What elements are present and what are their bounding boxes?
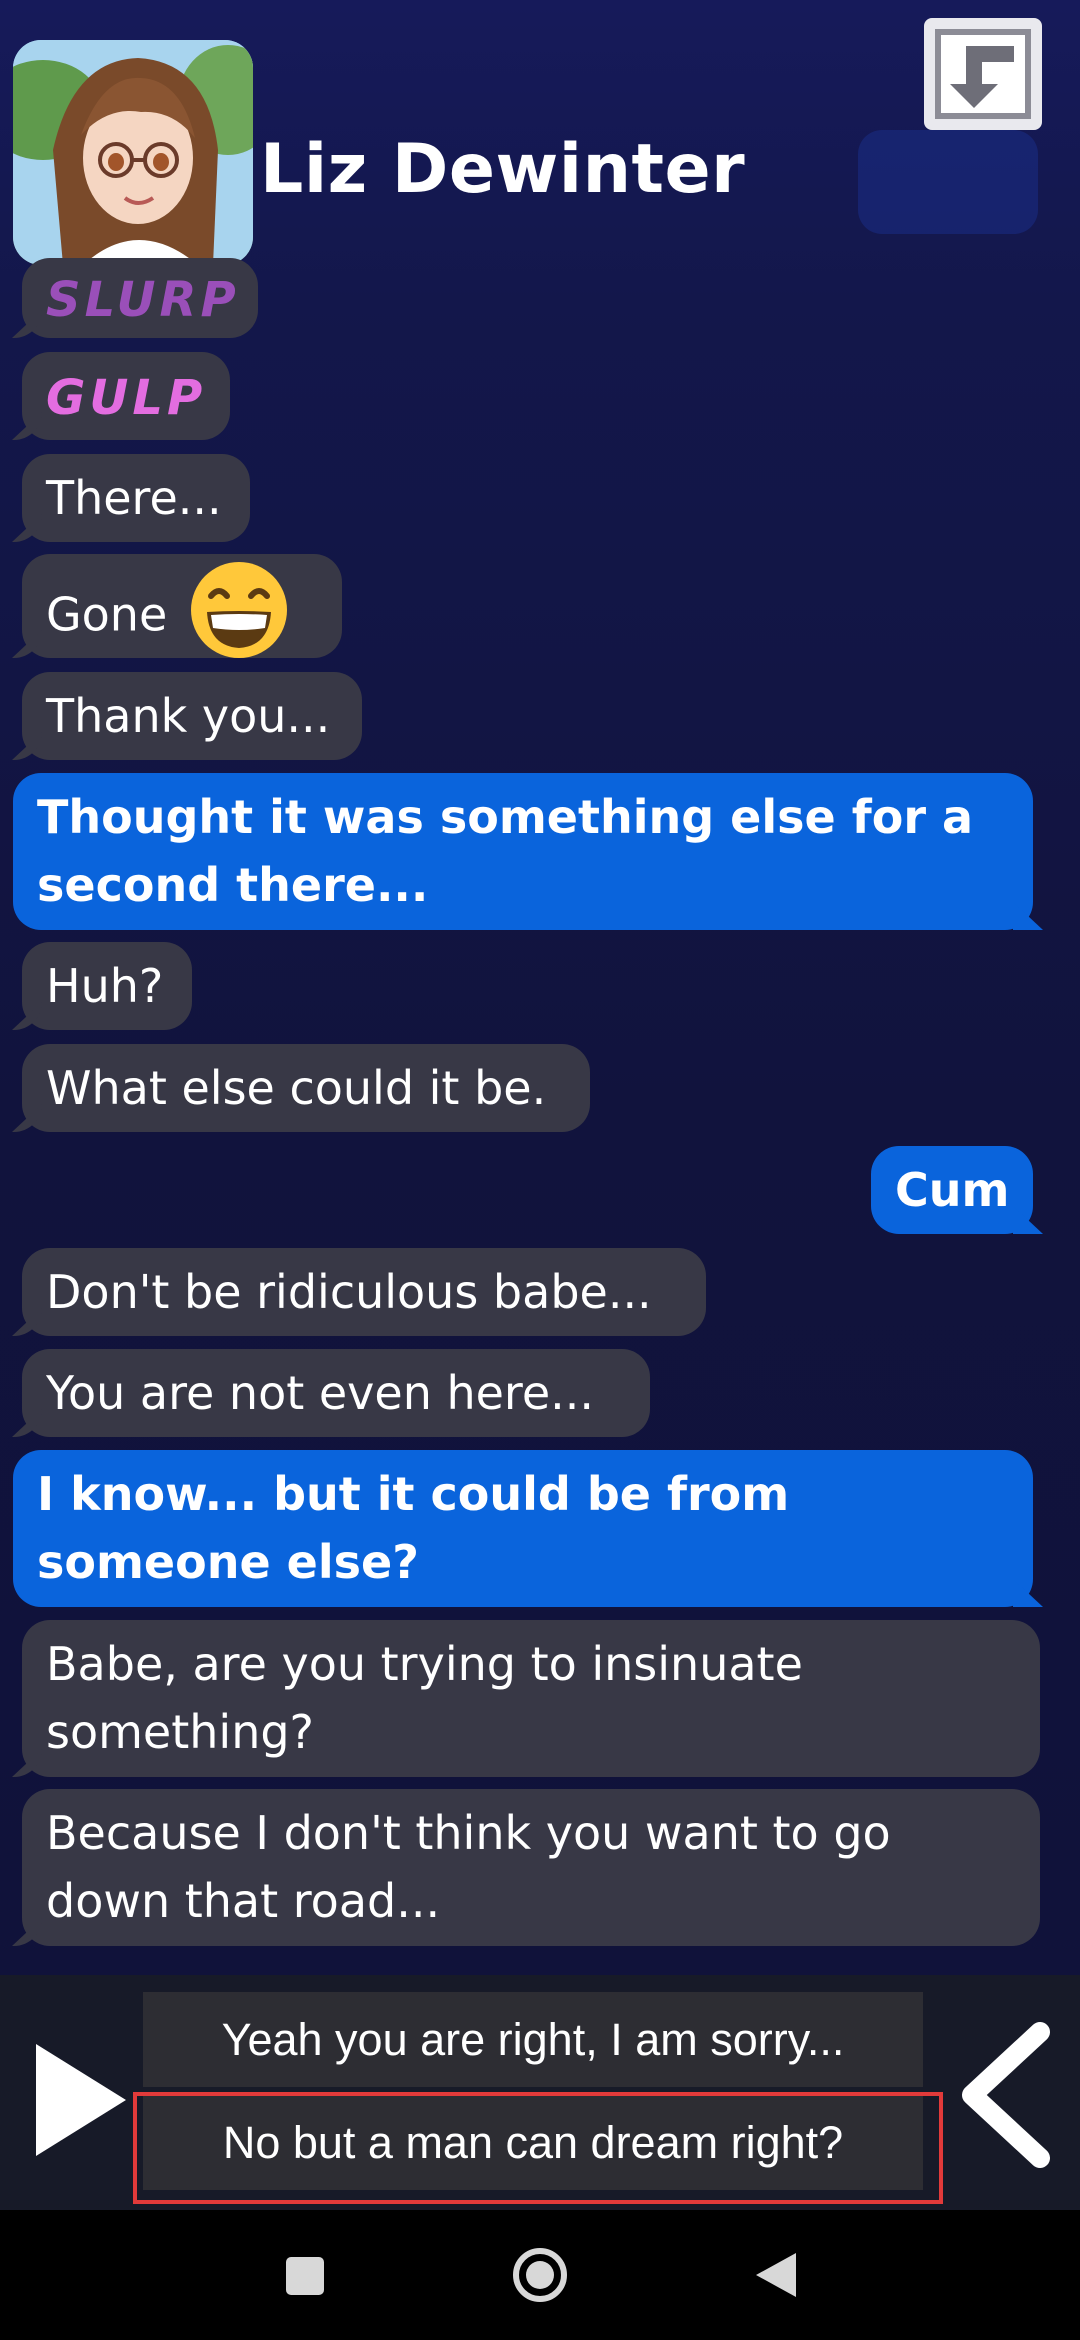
message-bubble-incoming: Don't be ridiculous babe...	[22, 1248, 706, 1336]
message-bubble-incoming: There...	[22, 454, 250, 542]
chat-header: Liz Dewinter	[0, 0, 1080, 270]
chat-screen: Liz Dewinter SLURP GULP There... Gone Th…	[0, 0, 1080, 2340]
message-text: You are not even here...	[46, 1366, 595, 1420]
reply-choice-option[interactable]: Yeah you are right, I am sorry...	[143, 1992, 923, 2087]
recents-square-icon[interactable]	[268, 2245, 338, 2305]
play-icon[interactable]	[30, 2040, 130, 2160]
message-bubble-outgoing: Cum	[871, 1146, 1033, 1234]
message-bubble-incoming: What else could it be.	[22, 1044, 590, 1132]
faded-background-bubble	[858, 130, 1038, 234]
message-bubble-incoming: SLURP	[22, 258, 258, 338]
message-text: What else could it be.	[46, 1061, 547, 1115]
message-text: Huh?	[46, 959, 164, 1013]
message-bubble-incoming: Because I don't think you want to go dow…	[22, 1789, 1040, 1946]
avatar-anime-girl-glasses-icon	[13, 40, 253, 265]
message-text: Babe, are you trying to insinuate someth…	[46, 1637, 803, 1759]
home-circle-icon[interactable]	[505, 2245, 575, 2305]
message-bubble-incoming: Babe, are you trying to insinuate someth…	[22, 1620, 1040, 1777]
message-text: Gone	[46, 587, 168, 642]
chevron-left-icon[interactable]	[950, 2020, 1060, 2170]
contact-name: Liz Dewinter	[260, 130, 746, 209]
message-bubble-outgoing: I know... but it could be from someone e…	[13, 1450, 1033, 1607]
message-bubble-incoming: You are not even here...	[22, 1349, 650, 1437]
back-triangle-icon[interactable]	[742, 2245, 812, 2305]
avatar[interactable]	[13, 40, 253, 265]
message-bubble-outgoing: Thought it was something else for a seco…	[13, 773, 1033, 930]
message-text: GULP	[46, 370, 207, 426]
download-arrow-icon[interactable]	[924, 18, 1042, 130]
selection-highlight	[133, 2092, 943, 2204]
message-text: SLURP	[46, 272, 240, 328]
grinning-face-emoji-icon	[189, 560, 289, 660]
message-text: Thank you...	[46, 689, 331, 743]
message-text: There...	[46, 471, 222, 525]
message-bubble-incoming: Huh?	[22, 942, 192, 1030]
message-bubble-incoming: GULP	[22, 352, 230, 440]
message-text: Don't be ridiculous babe...	[46, 1265, 652, 1319]
message-text: Cum	[895, 1163, 1010, 1217]
message-text: Thought it was something else for a seco…	[37, 790, 974, 912]
message-bubble-incoming: Gone	[22, 554, 342, 658]
message-bubble-incoming: Thank you...	[22, 672, 362, 760]
message-text: I know... but it could be from someone e…	[37, 1467, 790, 1589]
message-text: Because I don't think you want to go dow…	[46, 1806, 891, 1928]
reply-choice-label: Yeah you are right, I am sorry...	[221, 2013, 845, 2065]
